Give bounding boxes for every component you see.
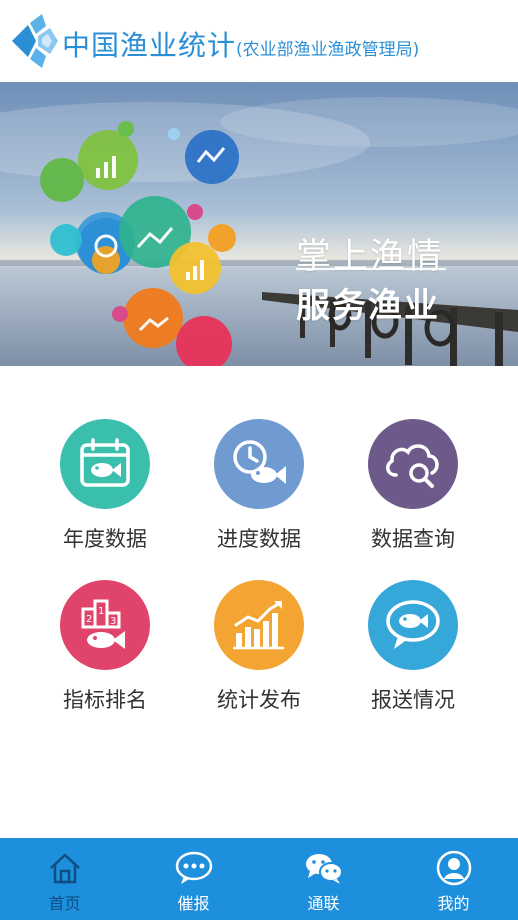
tab-mine[interactable]: 我的	[389, 838, 518, 920]
app-title-text: 中国渔业统计	[62, 29, 237, 62]
home-icon	[0, 848, 129, 888]
menu-label: 指标排名	[63, 688, 147, 712]
wechat-icon	[259, 848, 388, 888]
menu-label: 进度数据	[217, 527, 301, 551]
banner-tagline: 服务渔业	[296, 286, 440, 326]
tab-label: 我的	[437, 894, 470, 913]
banner-headline: 掌上渔情	[296, 237, 445, 277]
banner-scene-image	[0, 82, 518, 366]
banner-divider	[296, 268, 446, 270]
chat-fish-icon	[368, 580, 458, 670]
svg-text:2: 2	[86, 614, 92, 625]
user-icon	[389, 848, 518, 888]
menu-item-statistics-release[interactable]: 统计发布	[189, 580, 329, 714]
menu-item-report-status[interactable]: 报送情况	[343, 580, 483, 714]
tab-urge-report[interactable]: 催报	[129, 838, 258, 920]
svg-text:1: 1	[98, 606, 104, 617]
menu-label: 数据查询	[371, 527, 455, 551]
menu-label: 报送情况	[371, 688, 455, 712]
menu-item-annual-data[interactable]: 年度数据	[35, 419, 175, 553]
svg-text:3: 3	[110, 616, 116, 627]
clock-fish-icon	[214, 419, 304, 509]
tab-label: 催报	[177, 894, 210, 913]
menu-item-data-query[interactable]: 数据查询	[343, 419, 483, 553]
menu-item-indicator-ranking[interactable]: 2 1 3 指标排名	[35, 580, 175, 714]
tab-label: 首页	[48, 894, 81, 913]
chat-bubble-icon	[129, 848, 258, 888]
menu-label: 统计发布	[217, 688, 301, 712]
menu-label: 年度数据	[63, 527, 147, 551]
bar-chart-icon	[214, 580, 304, 670]
tab-home[interactable]: 首页	[0, 838, 129, 920]
app-subtitle: (农业部渔业渔政管理局)	[236, 40, 420, 60]
app-header: 中国渔业统计(农业部渔业渔政管理局)	[0, 0, 518, 80]
menu-item-progress-data[interactable]: 进度数据	[189, 419, 329, 553]
cloud-search-icon	[368, 419, 458, 509]
app-title: 中国渔业统计(农业部渔业渔政管理局)	[62, 24, 419, 64]
promo-banner[interactable]: 掌上渔情 服务渔业	[0, 82, 518, 366]
podium-fish-icon: 2 1 3	[60, 580, 150, 670]
tab-contacts[interactable]: 通联	[259, 838, 388, 920]
bottom-tab-bar: 首页 催报 通联 我的	[0, 838, 518, 920]
calendar-fish-icon	[60, 419, 150, 509]
logo-icon	[12, 14, 58, 68]
tab-label: 通联	[307, 894, 340, 913]
